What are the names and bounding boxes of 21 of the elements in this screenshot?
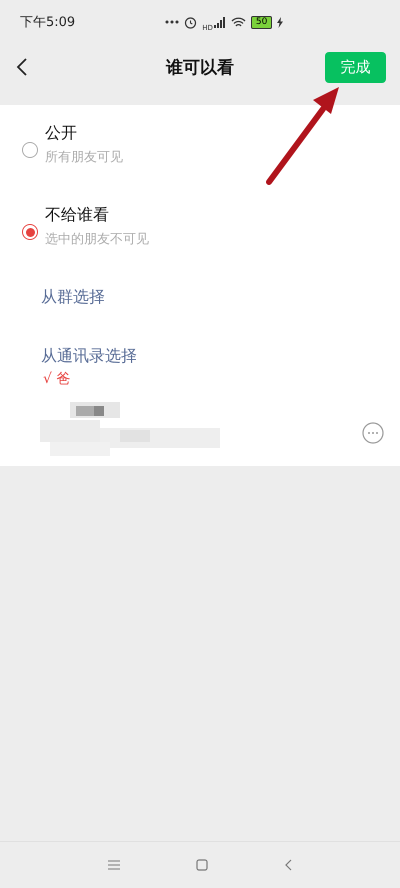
home-icon[interactable] [196,859,208,871]
choose-from-contacts-link[interactable]: 从通讯录选择 [41,346,137,367]
back-icon[interactable] [16,57,28,77]
battery-indicator: 50 [250,16,272,28]
option-label: 不给谁看 [45,204,109,226]
status-time: 下午5:09 [20,14,76,31]
signal-icon [214,16,226,28]
choose-from-group-link[interactable]: 从群选择 [41,287,105,308]
wifi-icon [230,16,246,28]
option-label: 公开 [45,122,77,144]
selected-contact: √ 爸 [43,370,70,388]
more-dots-icon [165,20,180,24]
radio-button[interactable] [22,142,38,158]
radio-button[interactable] [22,224,38,240]
menu-icon[interactable] [108,860,120,870]
charging-icon [277,16,284,28]
option-description: 所有朋友可见 [45,148,123,166]
alarm-icon [184,16,198,28]
option-description: 选中的朋友不可见 [45,230,149,248]
more-icon[interactable] [362,422,384,444]
page-title: 谁可以看 [166,56,234,78]
